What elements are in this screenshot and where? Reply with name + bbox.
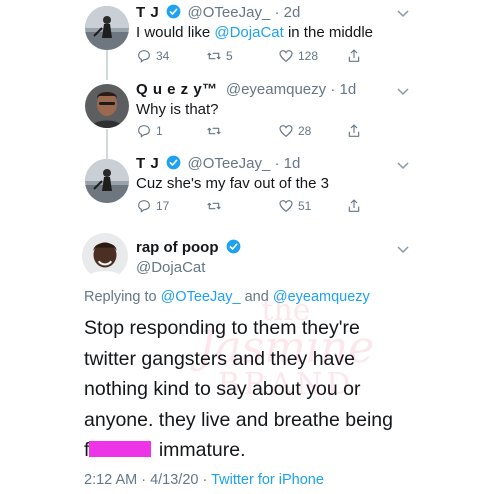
avatar[interactable] (85, 6, 129, 50)
mention-link[interactable]: @eyeamquezy (273, 289, 370, 305)
like-button[interactable]: 51 (278, 198, 311, 214)
tweet-time[interactable]: · 2d (274, 4, 300, 21)
tweet-body: Stop responding to them they're twitter … (84, 313, 484, 466)
tweet-actions: 17 51 (136, 198, 376, 216)
tweet-timestamp[interactable]: 2:12 AM · 4/13/20 · (84, 472, 211, 488)
tweet-body-line: f immature. (84, 435, 484, 466)
like-button[interactable]: 28 (278, 123, 311, 139)
tweet-body-line: Stop responding to them they're (84, 317, 360, 339)
user-handle[interactable]: @eyeamquezy (226, 81, 326, 98)
replying-and: and (240, 289, 273, 305)
tweet-header: rap of poop (136, 239, 243, 256)
thread-tweet[interactable]: T J @OTeeJay_ · 1d Cuz she's my fav out … (0, 153, 491, 225)
reply-count: 34 (156, 49, 170, 63)
user-handle[interactable]: @DojaCat (136, 259, 205, 276)
replying-prefix: Replying to (84, 289, 161, 305)
tweet-header: T J @OTeeJay_ · 2d (136, 4, 300, 21)
tweet-time[interactable]: · 1d (274, 155, 300, 172)
reply-button[interactable]: 1 (136, 123, 163, 139)
tweet-body-line: anyone. they live and breathe being (84, 408, 393, 431)
display-name[interactable]: rap of poop (136, 239, 219, 256)
thread-tweet[interactable]: Q u e z y™ @eyeamquezy · 1d Why is that?… (0, 79, 491, 151)
tweet-meta: 2:12 AM · 4/13/20 · Twitter for iPhone (84, 472, 324, 488)
thread-tweet[interactable]: T J @OTeeJay_ · 2d I would like @DojaCat… (0, 0, 491, 72)
avatar[interactable] (82, 233, 128, 279)
retweet-icon (207, 202, 221, 210)
display-name[interactable]: Q u e z y™ (136, 81, 218, 98)
tweet-time[interactable]: · 1d (330, 81, 356, 98)
display-name[interactable]: T J (136, 4, 159, 21)
tweet-text-part: I would like (136, 24, 215, 41)
chevron-down-icon[interactable] (397, 88, 409, 96)
share-button[interactable] (346, 48, 366, 64)
tweet-actions: 34 5 128 (136, 48, 376, 66)
avatar[interactable] (85, 84, 129, 128)
reply-button[interactable]: 17 (136, 198, 169, 214)
tweet-actions: 1 28 (136, 123, 376, 141)
share-button[interactable] (346, 198, 366, 214)
replying-to: Replying to @OTeeJay_ and @eyeamquezy (84, 289, 370, 305)
tweet-text-part: Cuz she's my fav out of the 3 (136, 175, 329, 192)
user-handle-row: @DojaCat (136, 259, 205, 276)
avatar[interactable] (85, 159, 129, 203)
tweet-body-line: nothing kind to say about you or (84, 378, 361, 400)
reply-count: 1 (156, 124, 163, 138)
mention-link[interactable]: @DojaCat (214, 24, 283, 41)
reply-icon (138, 125, 150, 138)
mention-link[interactable]: @OTeeJay_ (161, 289, 241, 305)
reply-icon (138, 50, 150, 63)
like-icon (279, 200, 293, 213)
tweet-header: T J @OTeeJay_ · 1d (136, 155, 300, 172)
retweet-button[interactable] (206, 123, 226, 139)
like-button[interactable]: 128 (278, 48, 318, 64)
like-icon (279, 50, 293, 63)
tweet-text-part: Why is that? (136, 101, 219, 118)
tweet-text: Why is that? (136, 101, 219, 118)
tweet-body-fragment: immature. (153, 439, 246, 461)
share-icon (348, 124, 360, 137)
redaction-bar (89, 441, 152, 457)
retweet-button[interactable] (206, 198, 226, 214)
verified-badge-icon (226, 239, 241, 254)
chevron-down-icon[interactable] (397, 162, 409, 170)
share-icon (348, 49, 360, 62)
like-icon (279, 125, 293, 138)
tweet-header: Q u e z y™ @eyeamquezy · 1d (136, 81, 356, 98)
reply-icon (138, 200, 150, 213)
tweet-text-part: in the middle (283, 24, 374, 41)
tweet-body-line: twitter gangsters and they have (84, 347, 355, 370)
tweet-source-link[interactable]: Twitter for iPhone (211, 472, 324, 488)
user-handle[interactable]: @OTeeJay_ (188, 4, 271, 21)
tweet-text: Cuz she's my fav out of the 3 (136, 175, 329, 192)
verified-badge-icon (166, 4, 181, 19)
tweet-text: I would like @DojaCat in the middle (136, 24, 373, 41)
reply-count: 17 (156, 199, 170, 213)
reply-button[interactable]: 34 (136, 48, 169, 64)
share-icon (348, 199, 360, 212)
share-button[interactable] (346, 123, 366, 139)
chevron-down-icon[interactable] (397, 10, 409, 18)
display-name[interactable]: T J (136, 155, 159, 172)
retweet-icon (207, 127, 221, 135)
user-handle[interactable]: @OTeeJay_ (188, 155, 271, 172)
like-count: 128 (298, 49, 319, 63)
retweet-count: 5 (226, 49, 233, 63)
retweet-icon (207, 52, 221, 60)
verified-badge-icon (166, 155, 181, 170)
retweet-button[interactable]: 5 (206, 48, 233, 64)
chevron-down-icon[interactable] (397, 246, 409, 254)
like-count: 51 (298, 199, 312, 213)
like-count: 28 (298, 124, 312, 138)
